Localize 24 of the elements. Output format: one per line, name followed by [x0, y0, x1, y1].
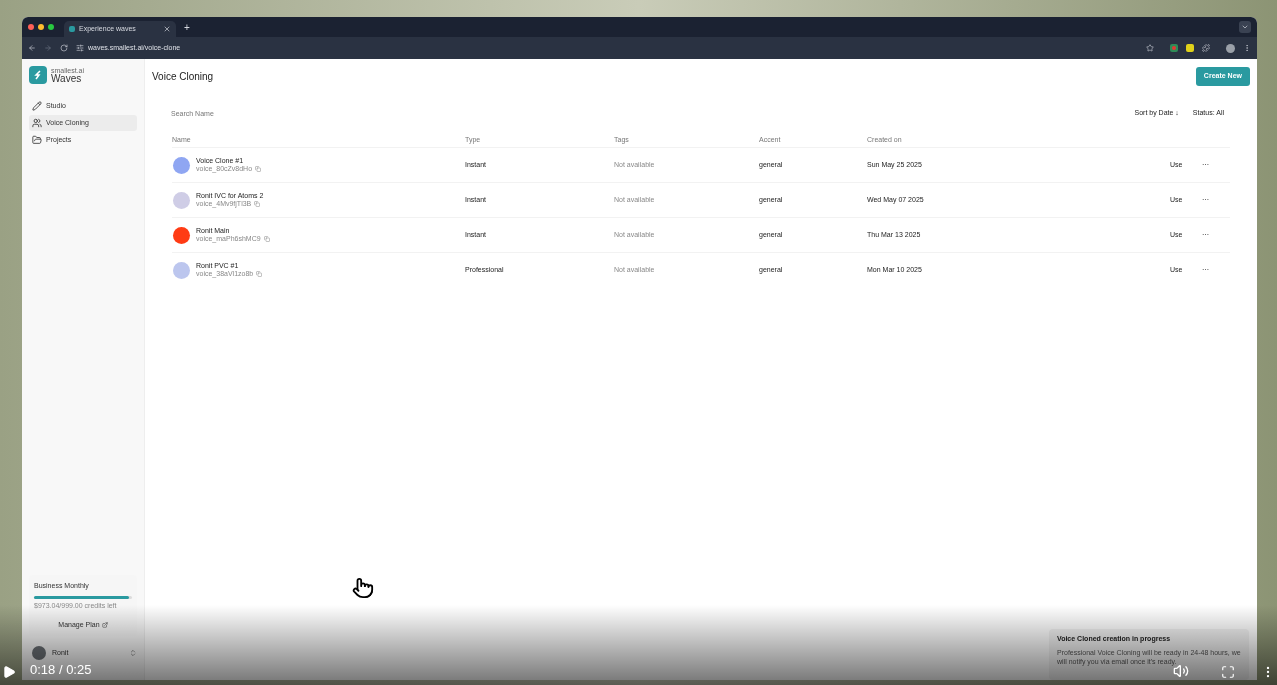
- fullscreen-icon[interactable]: [1221, 665, 1235, 679]
- back-icon[interactable]: [28, 44, 36, 52]
- profile-avatar[interactable]: [1226, 43, 1235, 53]
- close-icon[interactable]: [163, 25, 171, 33]
- play-icon[interactable]: [2, 665, 16, 679]
- folder-icon: [32, 135, 42, 145]
- bookmark-star-icon[interactable]: [1146, 44, 1154, 52]
- reload-icon[interactable]: [60, 44, 68, 52]
- new-tab-button[interactable]: +: [184, 19, 190, 35]
- browser-menu-icon[interactable]: [1243, 44, 1251, 52]
- favicon-icon: [69, 26, 75, 32]
- site-settings-icon[interactable]: [76, 44, 84, 52]
- page-title: Voice Cloning: [152, 70, 214, 84]
- pointer-cursor-icon: [352, 577, 374, 599]
- extensions-icon[interactable]: [1202, 44, 1210, 52]
- logo-icon: [29, 66, 47, 84]
- brand-name: Waves: [51, 73, 82, 84]
- account-switch-icon[interactable]: [129, 649, 137, 657]
- external-link-icon: [101, 621, 108, 628]
- people-icon: [32, 118, 42, 128]
- user-avatar: [32, 646, 46, 660]
- video-time: 0:18 / 0:25: [30, 660, 92, 679]
- tab-menu-icon[interactable]: [1239, 21, 1251, 33]
- pencil-icon: [32, 101, 42, 111]
